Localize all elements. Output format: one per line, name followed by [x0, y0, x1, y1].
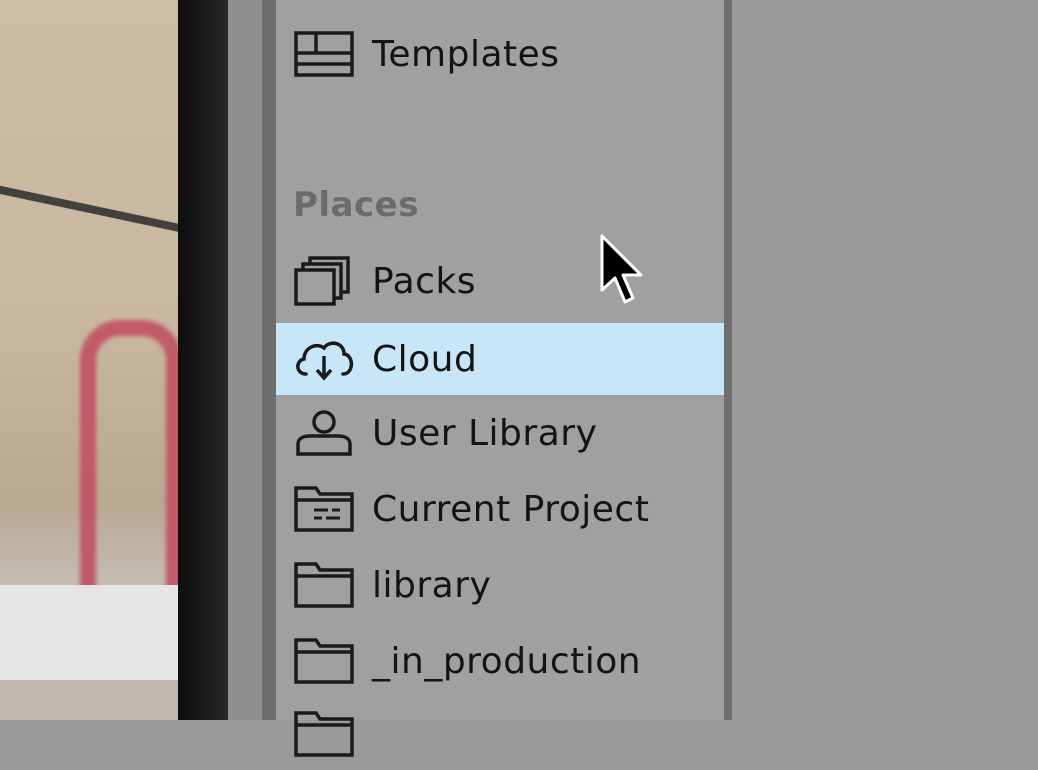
sidebar-item-user-library[interactable]: User Library — [276, 397, 724, 469]
user-icon — [292, 408, 356, 458]
sidebar-item-label: Packs — [372, 260, 477, 302]
cloud-download-icon — [292, 334, 356, 384]
photo-shelf-shadow — [0, 680, 178, 720]
sidebar-item-library[interactable]: library — [276, 549, 724, 621]
sidebar-item-label: library — [372, 564, 492, 606]
sidebar-item-label: _in_production — [372, 640, 642, 682]
project-folder-icon — [292, 484, 356, 534]
templates-icon — [292, 29, 356, 79]
browser-content-pane — [732, 0, 1038, 720]
folder-icon — [292, 709, 356, 759]
sidebar-item-packs[interactable]: Packs — [276, 245, 724, 317]
window-edge — [228, 0, 262, 720]
mouse-pointer-icon — [600, 234, 643, 304]
sidebar-splitter[interactable] — [724, 0, 732, 720]
sidebar-item-partial[interactable] — [276, 698, 724, 770]
photo-candy-cane — [80, 320, 178, 596]
sidebar-item-in-production[interactable]: _in_production — [276, 625, 724, 697]
sidebar-item-templates[interactable]: Templates — [276, 18, 724, 90]
folder-icon — [292, 636, 356, 686]
folder-icon — [292, 560, 356, 610]
packs-icon — [292, 256, 356, 306]
background-photo — [0, 0, 178, 720]
sidebar-item-label: Cloud — [372, 338, 478, 380]
photo-cable — [0, 182, 178, 236]
monitor-bezel — [178, 0, 228, 720]
sidebar-item-label: Current Project — [372, 488, 650, 530]
sidebar-item-label: User Library — [372, 412, 598, 454]
sidebar-item-label: Templates — [372, 33, 560, 75]
sidebar-item-current-project[interactable]: Current Project — [276, 473, 724, 545]
sidebar-left-border — [262, 0, 276, 720]
sidebar-item-cloud[interactable]: Cloud — [276, 323, 724, 395]
section-heading-places: Places — [293, 185, 419, 225]
browser-sidebar: Templates Places Packs Cloud User Librar… — [276, 0, 724, 757]
photo-shelf — [0, 585, 178, 680]
